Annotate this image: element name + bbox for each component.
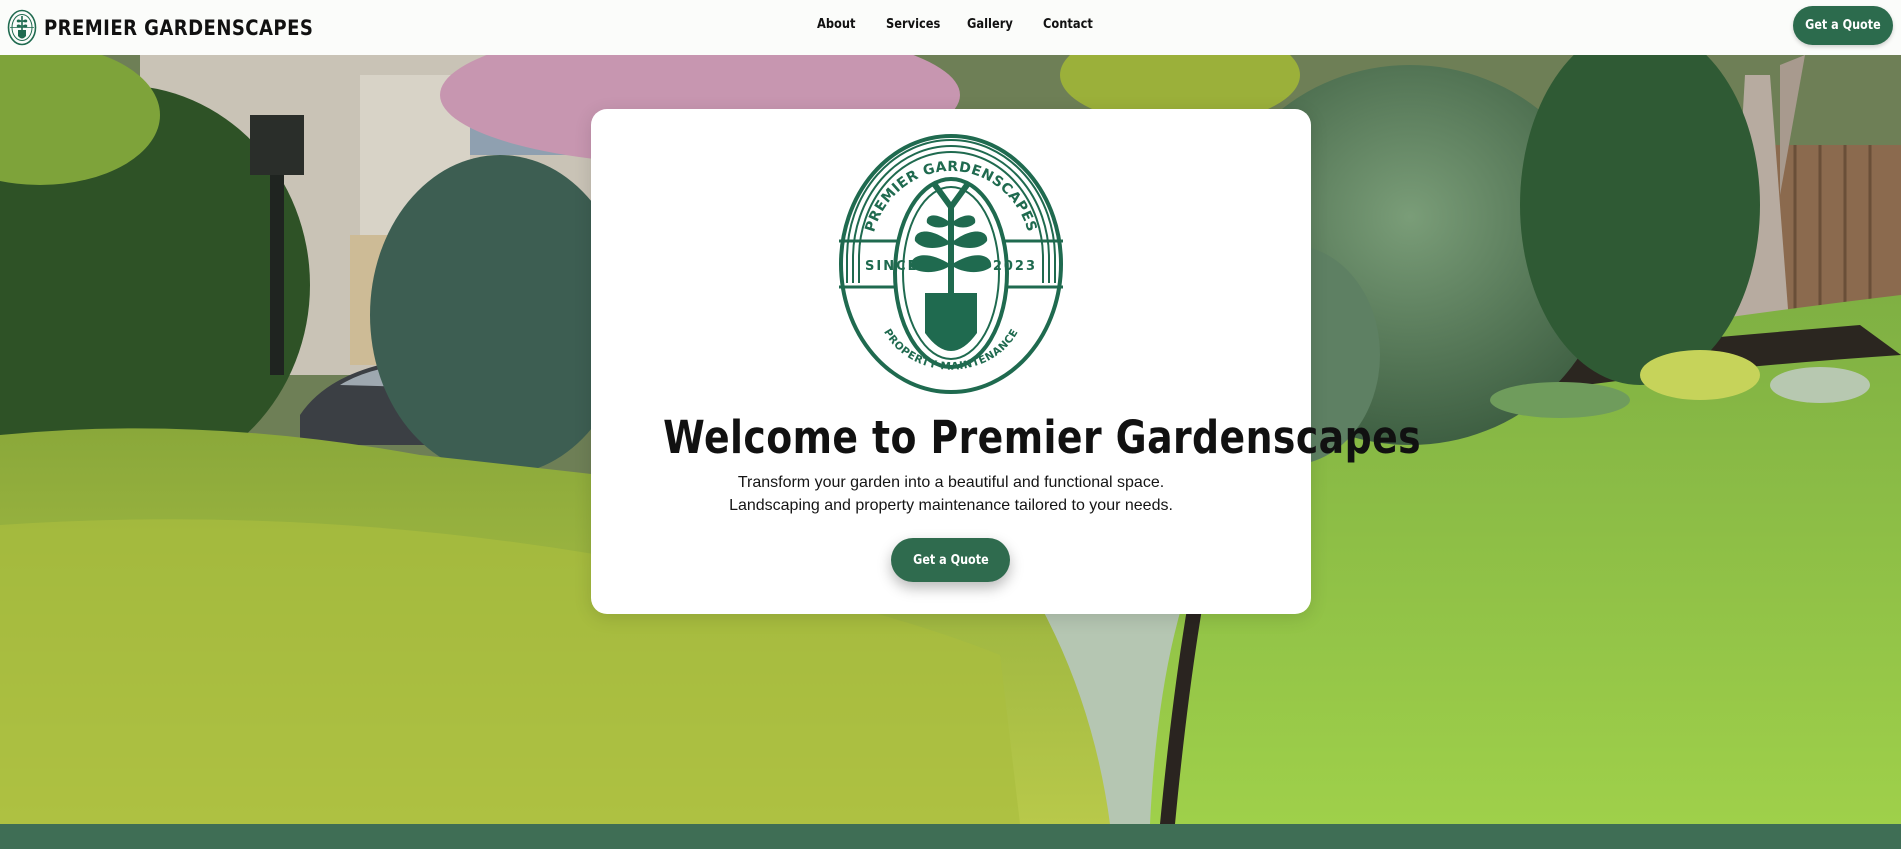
nav-link-about[interactable]: About	[817, 17, 856, 32]
nav-link-gallery[interactable]: Gallery	[967, 17, 1013, 32]
site-header: PREMIER GARDENSCAPES About Services Gall…	[0, 0, 1901, 55]
hero-subtitle-line-1: Transform your garden into a beautiful a…	[737, 474, 1165, 491]
hero-get-quote-label: Get a Quote	[912, 552, 989, 568]
header-get-quote-label: Get a Quote	[1805, 18, 1881, 33]
badge-year-text: 2023	[993, 259, 1037, 274]
badge-since-text: SINCE	[865, 259, 919, 274]
hero-subtitle-line-2: Landscaping and property maintenance tai…	[729, 497, 1173, 514]
main-nav: About Services Gallery Contact	[0, 0, 1901, 55]
hero-title-text: Welcome to Premier Gardenscapes	[663, 411, 1422, 464]
hero-title: Welcome to Premier Gardenscapes	[591, 411, 1420, 464]
badge-logo-icon: PREMIER GARDENSCAPES PROPERTY MAINTENANC…	[839, 134, 1063, 394]
welcome-card: PREMIER GARDENSCAPES PROPERTY MAINTENANC…	[591, 109, 1421, 614]
hero-get-quote-button[interactable]: Get a Quote	[891, 538, 1010, 582]
header-get-quote-button[interactable]: Get a Quote	[1793, 6, 1893, 45]
nav-link-contact[interactable]: Contact	[1043, 17, 1093, 32]
nav-link-services[interactable]: Services	[886, 17, 940, 32]
next-section-band	[0, 824, 1901, 849]
